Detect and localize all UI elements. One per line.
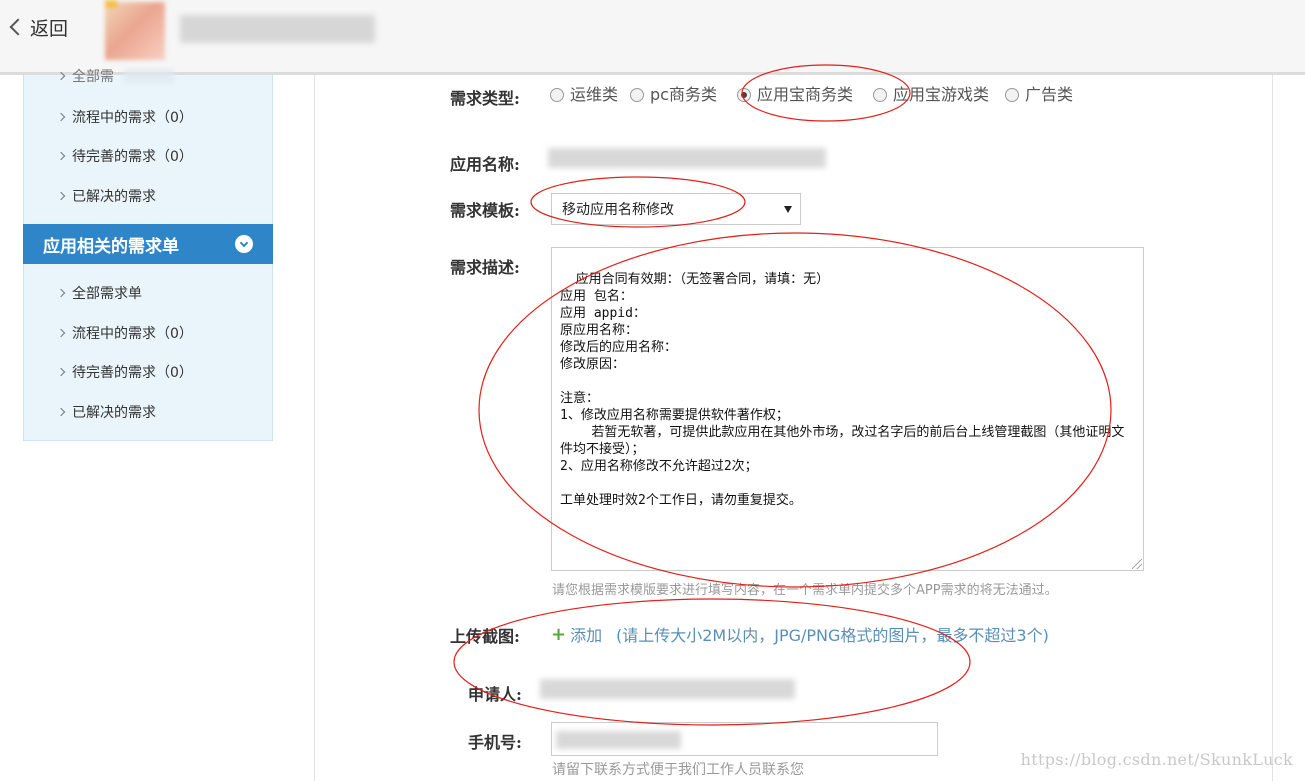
chevron-right-icon [56,71,66,81]
desc-label: 需求描述: [450,258,520,277]
back-label: 返回 [30,17,69,40]
resize-handle[interactable] [1132,559,1142,569]
phone-input[interactable] [551,722,938,756]
radio-icon [1005,88,1020,102]
sidebar-section-app-requests[interactable]: 应用相关的需求单 [23,224,273,264]
radio-label: 运维类 [570,85,619,104]
upload-hint: (请上传大小2M以内，JPG/PNG格式的图片，最多不超过3个) [616,626,1049,645]
sidebar-item-in-progress[interactable]: 流程中的需求（0） [56,107,193,127]
template-select[interactable]: 移动应用名称修改 [551,193,801,225]
chevron-right-icon [56,191,66,201]
app-name-label: 应用名称: [450,155,520,174]
chevron-right-icon [56,288,66,298]
sidebar: 全部需 流程中的需求（0） 待完善的需求（0） 已解决的需求 应用相关的需求单 … [23,69,273,441]
sidebar-item-label: 流程中的需求（0） [72,326,193,342]
radio-selected-icon [736,88,751,102]
sidebar-item-pending[interactable]: 待完善的需求（0） [56,146,193,166]
upload-label: 上传截图: [450,627,520,646]
chevron-right-icon [56,367,66,377]
sidebar-item-label: 全部需求单 [72,286,142,302]
sidebar-item-label: 全部需 [72,69,114,85]
radio-label: 广告类 [1025,85,1074,104]
applicant-label: 申请人: [468,685,522,704]
radio-ops[interactable]: 运维类 [550,84,618,106]
chevron-right-icon [56,407,66,417]
add-screenshot-button[interactable]: + 添加 [551,622,602,646]
chevron-down-icon [235,235,253,253]
sidebar-item-label: 待完善的需求（0） [72,365,193,381]
radio-app-game[interactable]: 应用宝游戏类 [873,84,989,106]
chevron-right-icon [56,328,66,338]
template-value: 移动应用名称修改 [562,202,674,218]
sidebar-section-title: 应用相关的需求单 [43,236,179,257]
sidebar-item-all-requests[interactable]: 全部需求单 [56,283,142,303]
radio-app-business[interactable]: 应用宝商务类 [736,84,853,106]
redacted-phone [556,731,681,749]
phone-hint: 请留下联系方式便于我们工作人员联系您 [552,762,804,778]
radio-label: 应用宝游戏类 [893,85,990,104]
sidebar-item-label: 已解决的需求 [72,405,156,421]
desc-text: 应用合同有效期：（无签署合同，请填：无） 应用 包名： 应用 appid： 原应… [560,272,1125,508]
divider [314,75,315,781]
sidebar-item-pending-2[interactable]: 待完善的需求（0） [56,362,193,382]
sidebar-item-resolved-2[interactable]: 已解决的需求 [56,402,156,422]
radio-label: 应用宝商务类 [756,85,853,104]
back-button[interactable]: 返回 [8,13,68,41]
redacted-applicant [540,679,795,699]
redacted-title [180,15,375,43]
annotation-ellipse [453,598,971,726]
chevron-left-icon [9,18,27,36]
divider [1272,75,1273,781]
add-label: 添加 [570,626,603,645]
redacted-app-name [548,148,826,168]
radio-pc-business[interactable]: pc商务类 [630,84,717,106]
chevron-right-icon [56,151,66,161]
desc-textarea[interactable]: 应用合同有效期：（无签署合同，请填：无） 应用 包名： 应用 appid： 原应… [551,247,1144,571]
radio-icon [550,88,564,102]
phone-label: 手机号: [468,733,522,752]
redacted-text [124,69,174,83]
sidebar-item-resolved[interactable]: 已解决的需求 [56,186,156,206]
chevron-right-icon [56,112,66,122]
avatar [105,0,165,60]
plus-icon: + [551,623,567,645]
sidebar-item-label: 已解决的需求 [72,189,156,205]
top-bar: 返回 [0,0,1305,75]
caret-down-icon [784,206,792,213]
radio-label: pc商务类 [650,85,717,104]
radio-icon [630,88,645,102]
watermark: https://blog.csdn.net/SkunkLuck [1020,750,1293,769]
desc-hint: 请您根据需求模版要求进行填写内容，在一个需求单内提交多个APP需求的将无法通过。 [552,583,1058,598]
radio-ads[interactable]: 广告类 [1005,84,1073,106]
sidebar-item-label: 流程中的需求（0） [72,110,193,126]
sidebar-item-all[interactable]: 全部需 [56,66,114,86]
radio-icon [873,88,887,102]
type-label: 需求类型: [450,89,520,108]
type-radio-group: 运维类 pc商务类 应用宝商务类 应用宝游戏类 广告类 [550,84,1150,108]
template-label: 需求模板: [450,201,520,220]
sidebar-item-in-progress-2[interactable]: 流程中的需求（0） [56,323,193,343]
sidebar-item-label: 待完善的需求（0） [72,149,193,165]
